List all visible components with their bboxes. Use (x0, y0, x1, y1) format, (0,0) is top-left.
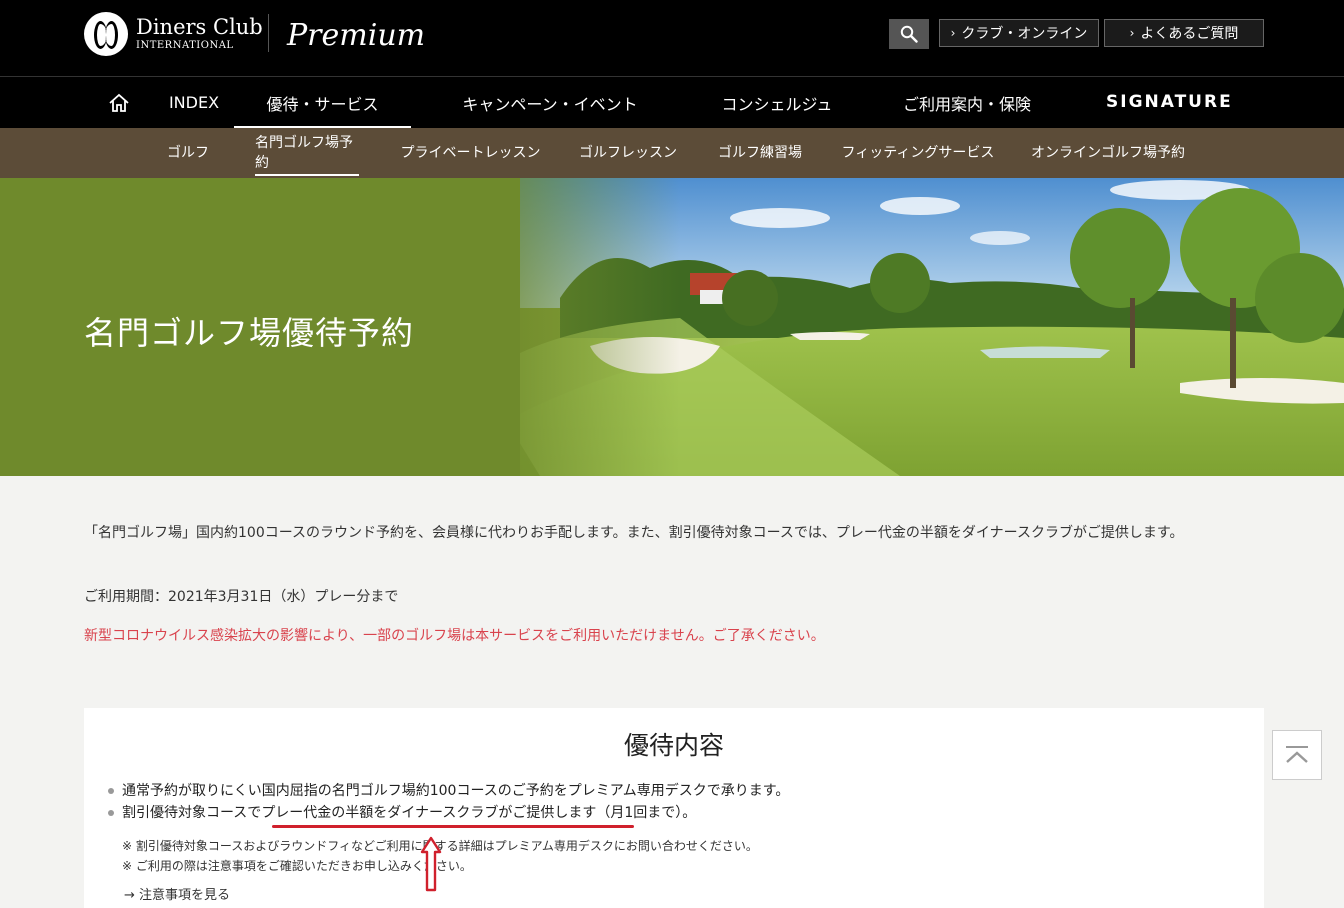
diners-club-mark-icon (84, 12, 128, 56)
logo-divider (268, 14, 269, 52)
chevron-right-icon: › (950, 26, 956, 40)
nav-item-concierge[interactable]: コンシェルジュ (700, 77, 854, 128)
home-icon[interactable] (108, 92, 130, 114)
benefit-section: 優待内容 通常予約が取りにくい国内屈指の名門ゴルフ場約100コースのご予約をプレ… (84, 708, 1264, 908)
club-online-link[interactable]: › クラブ・オンライン (939, 19, 1099, 47)
diners-club-logo[interactable]: Diners Club INTERNATIONAL (84, 12, 263, 56)
sub-nav: ゴルフ 名門ゴルフ場予約 プライベートレッスン ゴルフレッスン ゴルフ練習場 フ… (0, 128, 1344, 178)
main-nav: INDEX 優待・サービス キャンペーン・イベント コンシェルジュ ご利用案内・… (0, 76, 1344, 128)
chevron-up-icon (1286, 746, 1308, 763)
back-to-top-button[interactable] (1272, 730, 1322, 780)
logo-line2: INTERNATIONAL (136, 40, 234, 51)
nav-item-usage-insurance[interactable]: ご利用案内・保険 (890, 77, 1044, 128)
up-arrow-annotation-icon (420, 836, 442, 892)
nav-item-benefits-services[interactable]: 優待・サービス (234, 77, 411, 128)
subnav-item-online-golf-booking[interactable]: オンラインゴルフ場予約 (1028, 128, 1188, 176)
chevron-right-icon: › (1129, 26, 1135, 40)
usage-period: ご利用期間：2021年3月31日（水）プレー分まで (84, 589, 399, 605)
benefit-title: 優待内容 (623, 731, 724, 760)
faq-link[interactable]: › よくあるご質問 (1104, 19, 1264, 47)
subnav-item-premium-golf-booking[interactable]: 名門ゴルフ場予約 (255, 128, 359, 176)
nav-item-campaign-event[interactable]: キャンペーン・イベント (450, 77, 650, 128)
benefit-list: 通常予約が取りにくい国内屈指の名門ゴルフ場約100コースのご予約をプレミアム専用… (106, 780, 789, 824)
highlighted-benefit-text: プレー代金の半額をダイナースクラブがご提供します (261, 805, 597, 821)
intro-text: 「名門ゴルフ場」国内約100コースのラウンド予約を、会員様に代わりお手配します。… (84, 525, 1184, 541)
subnav-item-driving-range[interactable]: ゴルフ練習場 (712, 128, 808, 176)
subnav-item-golf[interactable]: ゴルフ (158, 128, 218, 176)
red-underline-annotation (272, 825, 634, 828)
search-button[interactable] (889, 19, 929, 49)
list-item: 通常予約が取りにくい国内屈指の名門ゴルフ場約100コースのご予約をプレミアム専用… (106, 780, 789, 802)
top-header: Diners Club INTERNATIONAL Premium › クラブ・… (0, 0, 1344, 76)
premium-logo-text[interactable]: Premium (287, 18, 425, 53)
covid-notice: 新型コロナウイルス感染拡大の影響により、一部のゴルフ場は本サービスをご利用いただ… (84, 628, 825, 644)
logo-line1: Diners Club (136, 15, 263, 39)
list-item: 割引優待対象コースでプレー代金の半額をダイナースクラブがご提供します（月1回まで… (106, 802, 789, 824)
search-icon (900, 25, 918, 43)
view-precautions-link[interactable]: → 注意事項を見る (124, 884, 230, 903)
signature-link[interactable]: SIGNATURE (1106, 92, 1233, 112)
hero-banner: 名門ゴルフ場優待予約 (0, 178, 1344, 476)
subnav-item-golf-lesson[interactable]: ゴルフレッスン (574, 128, 682, 176)
page-title: 名門ゴルフ場優待予約 (84, 314, 415, 352)
subnav-item-fitting-service[interactable]: フィッティングサービス (838, 128, 998, 176)
subnav-item-private-lesson[interactable]: プライベートレッスン (398, 128, 543, 176)
nav-item-index[interactable]: INDEX (160, 77, 228, 128)
